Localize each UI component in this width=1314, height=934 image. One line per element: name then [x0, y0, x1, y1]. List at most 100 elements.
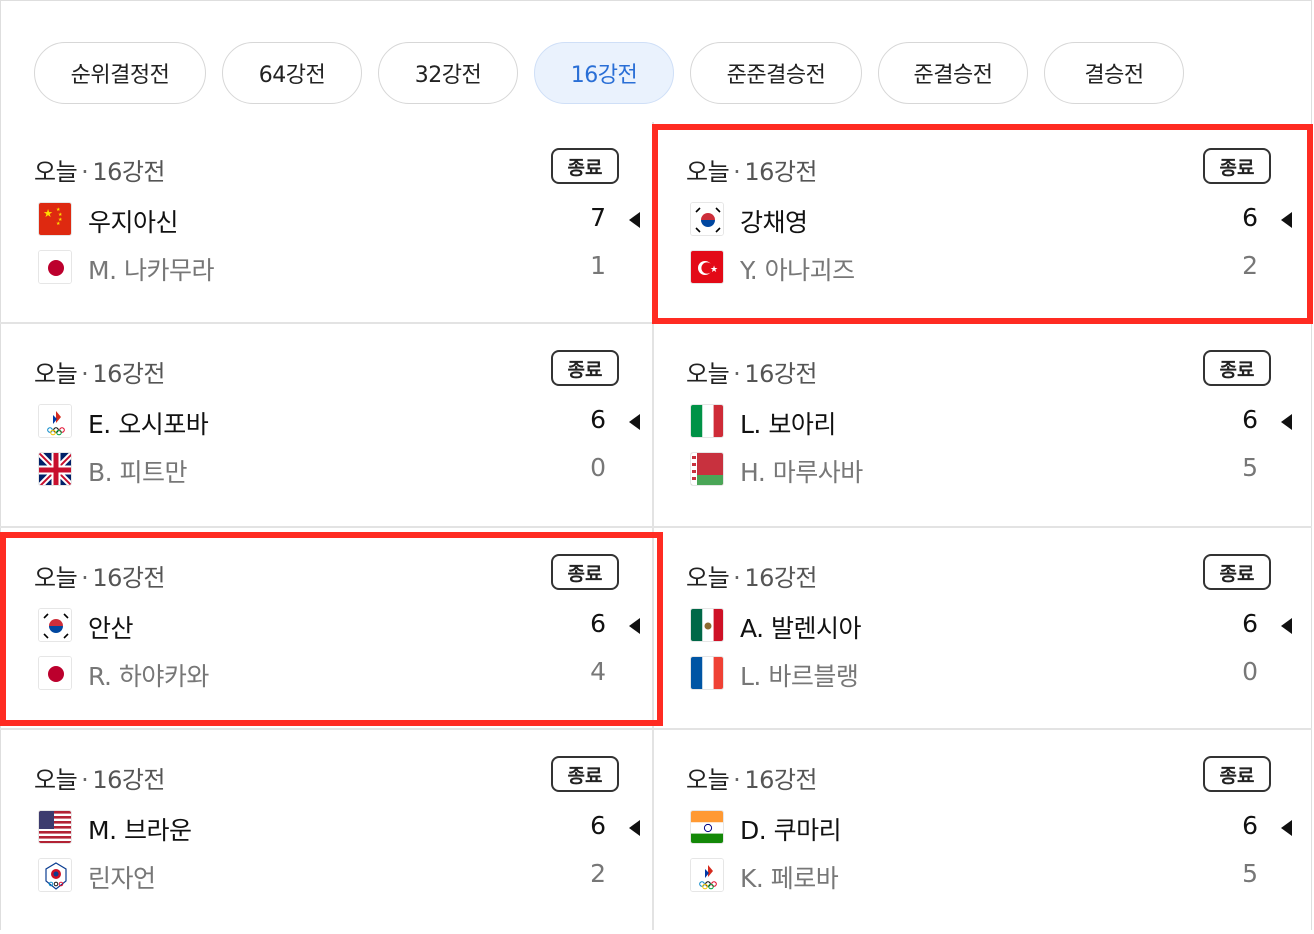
match-day: 오늘 [686, 766, 730, 794]
usa-flag-icon [38, 810, 72, 844]
winner-arrow-icon [629, 212, 640, 228]
player-row[interactable]: K. 페로바 5 [690, 856, 1290, 896]
china-flag-icon: ★ ★ ★ ★ ★ [38, 202, 72, 236]
player-name: 우지아신 [88, 208, 179, 237]
match-meta: 오늘 · 16강전 [34, 558, 166, 593]
tab-placement[interactable]: 순위결정전 [34, 42, 206, 104]
player-name: 강채영 [740, 208, 808, 237]
chinese-taipei-flag-icon [38, 858, 72, 892]
tab-round-of-64[interactable]: 64강전 [222, 42, 362, 104]
tab-quarterfinal[interactable]: 준준결승전 [690, 42, 862, 104]
match-card[interactable]: 오늘 · 16강전 종료 D. 쿠마리 6 K. 페로바 5 [652, 732, 1303, 934]
player-row[interactable]: B. 피트만 0 [38, 450, 638, 490]
match-day: 오늘 [686, 360, 730, 388]
match-meta: 오늘 · 16강전 [34, 760, 166, 795]
match-round: 16강전 [92, 766, 166, 794]
india-flag-icon [690, 810, 724, 844]
player-name: 안산 [88, 614, 134, 643]
winner-arrow-icon [1281, 212, 1292, 228]
player-row-winner[interactable]: ★ ★ ★ ★ ★ 우지아신 7 [38, 200, 640, 240]
player-row-winner[interactable]: 강채영 6 [690, 200, 1292, 240]
separator-dot: · [81, 158, 89, 186]
korea-flag-icon [690, 202, 724, 236]
winner-arrow-icon [1281, 414, 1292, 430]
match-card[interactable]: 오늘 · 16강전 종료 안산 6 R. 하야카와 4 [0, 530, 651, 732]
player-row[interactable]: H. 마루사바 5 [690, 450, 1290, 490]
match-round: 16강전 [92, 158, 166, 186]
separator-dot: · [733, 158, 741, 186]
match-day: 오늘 [34, 158, 78, 186]
player-score: 6 [590, 405, 606, 434]
player-row[interactable]: ★ Y. 아나괴즈 2 [690, 248, 1290, 288]
player-row[interactable]: L. 바르블랭 0 [690, 654, 1290, 694]
match-day: 오늘 [34, 766, 78, 794]
player-row-winner[interactable]: A. 발렌시아 6 [690, 606, 1292, 646]
player-row[interactable]: R. 하야카와 4 [38, 654, 638, 694]
player-name: H. 마루사바 [740, 458, 863, 487]
status-badge: 종료 [551, 350, 619, 386]
match-card[interactable]: 오늘 · 16강전 종료 A. 발렌시아 6 L. 바르블랭 0 [652, 530, 1303, 732]
match-meta: 오늘 · 16강전 [34, 152, 166, 187]
tab-round-of-32[interactable]: 32강전 [378, 42, 518, 104]
player-name: M. 브라운 [88, 816, 192, 845]
separator-dot: · [733, 564, 741, 592]
match-card[interactable]: 오늘 · 16강전 종료 강채영 6 ★ Y. 아나괴즈 2 [652, 124, 1303, 326]
player-name: K. 페로바 [740, 864, 839, 893]
player-score: 6 [1242, 405, 1258, 434]
player-score: 6 [590, 811, 606, 840]
status-badge: 종료 [551, 554, 619, 590]
player-row-winner[interactable]: D. 쿠마리 6 [690, 808, 1292, 848]
match-round: 16강전 [92, 360, 166, 388]
match-card[interactable]: 오늘 · 16강전 종료 L. 보아리 6 H. 마루사바 5 [652, 326, 1303, 528]
status-badge: 종료 [1203, 350, 1271, 386]
player-row-winner[interactable]: L. 보아리 6 [690, 402, 1292, 442]
tab-final[interactable]: 결승전 [1044, 42, 1184, 104]
match-round: 16강전 [744, 766, 818, 794]
winner-arrow-icon [629, 414, 640, 430]
match-round: 16강전 [92, 564, 166, 592]
player-name: D. 쿠마리 [740, 816, 842, 845]
winner-arrow-icon [629, 618, 640, 634]
player-score: 0 [590, 453, 606, 482]
player-row[interactable]: 린자언 2 [38, 856, 638, 896]
roc-flag-icon [38, 404, 72, 438]
tab-semifinal[interactable]: 준결승전 [878, 42, 1028, 104]
winner-arrow-icon [1281, 820, 1292, 836]
japan-flag-icon [38, 656, 72, 690]
match-card[interactable]: 오늘 · 16강전 종료 M. 브라운 6 린자언 2 [0, 732, 651, 934]
match-round: 16강전 [744, 564, 818, 592]
match-day: 오늘 [34, 564, 78, 592]
tab-round-of-16[interactable]: 16강전 [534, 42, 674, 104]
player-name: L. 바르블랭 [740, 662, 859, 691]
player-name: 린자언 [88, 864, 156, 893]
status-badge: 종료 [1203, 148, 1271, 184]
svg-text:★: ★ [56, 221, 61, 227]
player-row-winner[interactable]: 안산 6 [38, 606, 640, 646]
separator-dot: · [81, 564, 89, 592]
match-day: 오늘 [34, 360, 78, 388]
player-name: R. 하야카와 [88, 662, 209, 691]
match-meta: 오늘 · 16강전 [686, 354, 818, 389]
player-name: M. 나카무라 [88, 256, 214, 285]
player-row-winner[interactable]: E. 오시포바 6 [38, 402, 640, 442]
mexico-flag-icon [690, 608, 724, 642]
player-score: 0 [1242, 657, 1258, 686]
match-meta: 오늘 · 16강전 [34, 354, 166, 389]
player-score: 6 [1242, 811, 1258, 840]
separator-dot: · [81, 360, 89, 388]
match-meta: 오늘 · 16강전 [686, 558, 818, 593]
match-card[interactable]: 오늘 · 16강전 종료 ★ ★ ★ ★ ★ 우지아신 7 M. 나카무라 1 [0, 124, 651, 326]
player-name: E. 오시포바 [88, 410, 209, 439]
svg-text:★: ★ [710, 265, 718, 275]
svg-text:★: ★ [43, 207, 53, 220]
match-card[interactable]: 오늘 · 16강전 종료 E. 오시포바 6 B. 피트만 0 [0, 326, 651, 528]
status-badge: 종료 [551, 756, 619, 792]
player-score: 5 [1242, 859, 1258, 888]
player-score: 6 [590, 609, 606, 638]
match-meta: 오늘 · 16강전 [686, 760, 818, 795]
player-row[interactable]: M. 나카무라 1 [38, 248, 638, 288]
player-score: 6 [1242, 609, 1258, 638]
winner-arrow-icon [1281, 618, 1292, 634]
player-row-winner[interactable]: M. 브라운 6 [38, 808, 640, 848]
status-badge: 종료 [551, 148, 619, 184]
